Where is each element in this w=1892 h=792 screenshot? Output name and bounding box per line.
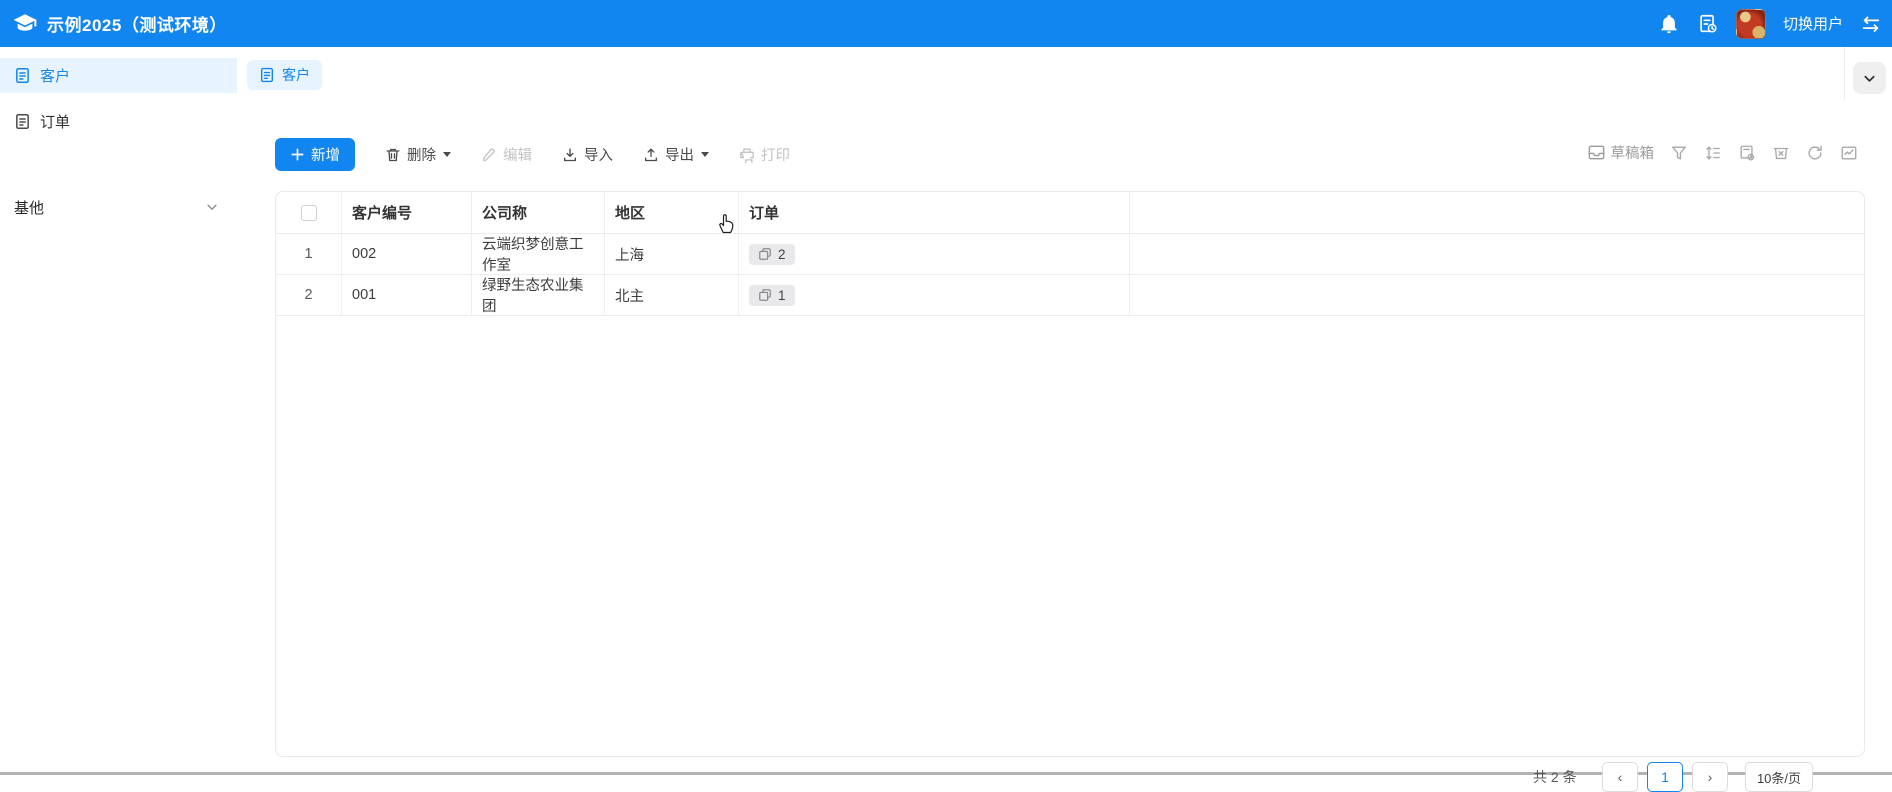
- row-index: 2: [276, 275, 342, 316]
- header-cell-select: [276, 192, 342, 234]
- header-cell[interactable]: 订单: [739, 192, 1130, 234]
- import-icon: [562, 147, 578, 163]
- trash-icon: [385, 147, 401, 163]
- page-size-select[interactable]: 10条/页: [1745, 762, 1813, 792]
- tabbar-divider: [1844, 47, 1845, 100]
- cell-company: 云端织梦创意工作室: [472, 234, 605, 275]
- printer-icon: [739, 147, 755, 163]
- form-log-icon[interactable]: [1697, 13, 1719, 35]
- edit-button-label: 编辑: [503, 144, 532, 165]
- sidebar-item-orders[interactable]: 订单: [0, 104, 237, 139]
- caret-down-icon: [701, 152, 709, 157]
- chevron-down-icon: [1862, 71, 1877, 86]
- app-title: 示例2025（测试环境）: [47, 11, 227, 36]
- cell-region: 上海: [605, 234, 739, 275]
- drafts-tray-icon: [1587, 143, 1606, 162]
- orders-link-badge[interactable]: 2: [749, 244, 795, 265]
- import-button[interactable]: 导入: [562, 144, 613, 165]
- import-button-label: 导入: [584, 144, 613, 165]
- row-height-icon[interactable]: [1704, 144, 1722, 162]
- refresh-icon[interactable]: [1806, 144, 1824, 162]
- export-button-label: 导出: [665, 144, 694, 165]
- export-button[interactable]: 导出: [643, 144, 709, 165]
- header-cell-empty: [1130, 192, 1864, 234]
- select-all-checkbox[interactable]: [301, 205, 317, 221]
- switch-user-label[interactable]: 切换用户: [1783, 13, 1843, 34]
- header-cell[interactable]: 地区: [605, 192, 739, 234]
- column-settings-icon[interactable]: [1738, 144, 1756, 162]
- swap-arrows-icon[interactable]: [1860, 13, 1882, 35]
- chevron-down-icon: [205, 200, 219, 214]
- table-row[interactable]: 1 002 云端织梦创意工作室 上海 2: [276, 234, 1864, 275]
- drafts-label: 草稿箱: [1611, 142, 1655, 163]
- cell-orders: 1: [739, 275, 1130, 316]
- brand: 示例2025（测试环境）: [12, 11, 227, 37]
- header-cell[interactable]: 客户编号: [342, 192, 472, 234]
- caret-down-icon: [443, 152, 451, 157]
- cell-customer-code: 001: [342, 275, 472, 316]
- export-icon: [643, 147, 659, 163]
- cell-empty: [1130, 234, 1864, 275]
- orders-count: 1: [778, 288, 786, 303]
- cell-empty: [1130, 275, 1864, 316]
- orders-link-badge[interactable]: 1: [749, 285, 795, 306]
- cell-region: 北主: [605, 275, 739, 316]
- page-1-button[interactable]: 1: [1647, 762, 1683, 792]
- document-icon: [14, 113, 31, 130]
- notifications-bell-icon[interactable]: [1658, 13, 1680, 35]
- row-index: 1: [276, 234, 342, 275]
- toolbar: 新增 删除 编辑 导入 导出: [237, 138, 1892, 178]
- tab-bar: 客户: [237, 47, 1892, 100]
- plus-icon: [290, 147, 305, 162]
- add-button[interactable]: 新增: [275, 138, 355, 171]
- print-button-label: 打印: [761, 144, 790, 165]
- header-cell[interactable]: 公司称: [472, 192, 605, 234]
- cell-company: 绿野生态农业集团: [472, 275, 605, 316]
- sidebar-item-customers[interactable]: 客户: [0, 58, 237, 93]
- document-icon: [259, 67, 275, 83]
- delete-button[interactable]: 删除: [385, 144, 451, 165]
- tabs-collapse-button[interactable]: [1853, 62, 1886, 94]
- top-bar: 示例2025（测试环境） 切换用户: [0, 0, 1892, 47]
- sidebar-group-other[interactable]: 基他: [0, 191, 237, 223]
- table-header-row: 客户编号 公司称 地区 订单: [276, 192, 1864, 234]
- delete-button-label: 删除: [407, 144, 436, 165]
- top-bar-actions: 切换用户: [1658, 9, 1882, 39]
- sidebar-item-label: 订单: [40, 111, 70, 132]
- sidebar-item-label: 客户: [40, 65, 70, 86]
- recycle-bin-icon[interactable]: [1772, 144, 1790, 162]
- prev-page-button[interactable]: ‹: [1602, 762, 1638, 792]
- next-page-button[interactable]: ›: [1692, 762, 1728, 792]
- drafts-button[interactable]: 草稿箱: [1587, 142, 1655, 163]
- linked-records-icon: [758, 247, 772, 261]
- print-button[interactable]: 打印: [739, 144, 790, 165]
- graduation-cap-icon: [12, 11, 38, 37]
- filter-icon[interactable]: [1670, 144, 1688, 162]
- pencil-icon: [481, 147, 497, 163]
- toolbar-actions: 新增 删除 编辑 导入 导出: [275, 138, 790, 171]
- pagination-total: 共 2 条: [1533, 767, 1577, 787]
- cell-orders: 2: [739, 234, 1130, 275]
- table-row[interactable]: 2 001 绿野生态农业集团 北主 1: [276, 275, 1864, 316]
- toolbar-utilities: 草稿箱: [1587, 142, 1859, 163]
- customers-table: 客户编号 公司称 地区 订单 1 002 云端织梦创意工作室 上海 2 2 00…: [275, 191, 1865, 757]
- orders-count: 2: [778, 247, 786, 262]
- user-avatar[interactable]: [1736, 9, 1766, 39]
- tab-label: 客户: [282, 65, 310, 85]
- linked-records-icon: [758, 288, 772, 302]
- sidebar-group-label: 基他: [14, 197, 44, 218]
- tab-customers[interactable]: 客户: [247, 60, 322, 90]
- document-icon: [14, 67, 31, 84]
- cell-customer-code: 002: [342, 234, 472, 275]
- chart-icon[interactable]: [1840, 144, 1858, 162]
- edit-button[interactable]: 编辑: [481, 144, 532, 165]
- sidebar: 客户 订单 基他: [0, 47, 237, 776]
- add-button-label: 新增: [311, 144, 340, 165]
